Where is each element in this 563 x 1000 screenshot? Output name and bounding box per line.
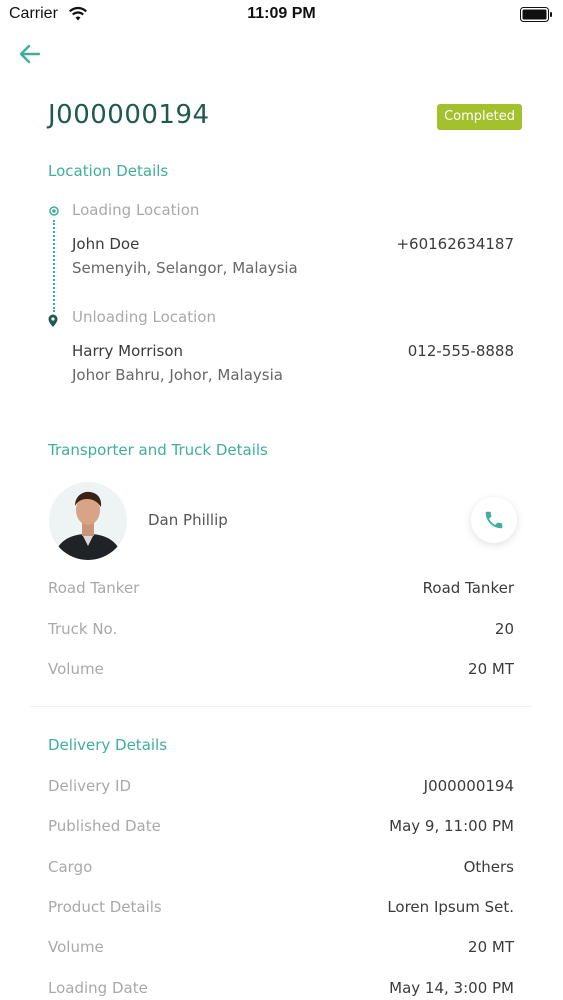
truck-type-label: Road Tanker: [48, 579, 140, 597]
loading-date-label: Loading Date: [48, 979, 148, 997]
unloading-location-label: Unloading Location: [72, 308, 216, 326]
arrow-left-icon[interactable]: [16, 42, 44, 66]
status-badge: Completed: [437, 104, 522, 130]
delivery-volume-value: 20 MT: [468, 938, 514, 956]
truck-volume-label: Volume: [48, 660, 104, 678]
truck-number-value: 20: [494, 620, 514, 638]
origin-dot-icon: [49, 206, 59, 216]
unloading-contact-name: Harry Morrison: [72, 342, 184, 360]
truck-volume-value: 20 MT: [468, 660, 514, 678]
driver-avatar: [49, 482, 127, 560]
battery-icon: [520, 7, 552, 22]
phone-icon: [485, 511, 503, 529]
cargo-value: Others: [463, 858, 514, 876]
loading-date-value: May 14, 3:00 PM: [389, 979, 514, 997]
loading-contact-phone[interactable]: +60162634187: [396, 235, 514, 253]
delivery-id-value: J000000194: [423, 777, 514, 795]
route-line: [53, 220, 55, 312]
driver-photo: [49, 482, 127, 560]
published-date-label: Published Date: [48, 817, 161, 835]
delivery-id-label: Delivery ID: [48, 777, 132, 795]
published-date-value: May 9, 11:00 PM: [389, 817, 514, 835]
job-id-title: J000000194: [48, 100, 210, 130]
unloading-address: Johor Bahru, Johor, Malaysia: [72, 366, 283, 384]
status-bar: Carrier 11:09 PM: [0, 0, 563, 30]
truck-type-value: Road Tanker: [422, 579, 514, 597]
loading-contact-name: John Doe: [72, 235, 140, 253]
unloading-contact-phone[interactable]: 012-555-8888: [408, 342, 514, 360]
loading-location-label: Loading Location: [72, 201, 200, 219]
clock: 11:09 PM: [247, 5, 316, 22]
transporter-section-title: Transporter and Truck Details: [48, 441, 268, 459]
loading-address: Semenyih, Selangor, Malaysia: [72, 259, 298, 277]
delivery-volume-label: Volume: [48, 938, 104, 956]
driver-name: Dan Phillip: [148, 511, 228, 529]
cargo-label: Cargo: [48, 858, 93, 876]
truck-number-label: Truck No.: [48, 620, 118, 638]
section-divider: [30, 706, 533, 707]
destination-pin-icon: [48, 314, 58, 327]
location-section-title: Location Details: [48, 162, 169, 180]
call-driver-button[interactable]: [471, 497, 517, 543]
product-details-value: Loren Ipsum Set.: [387, 898, 514, 916]
delivery-section-title: Delivery Details: [48, 736, 168, 754]
product-details-label: Product Details: [48, 898, 162, 916]
